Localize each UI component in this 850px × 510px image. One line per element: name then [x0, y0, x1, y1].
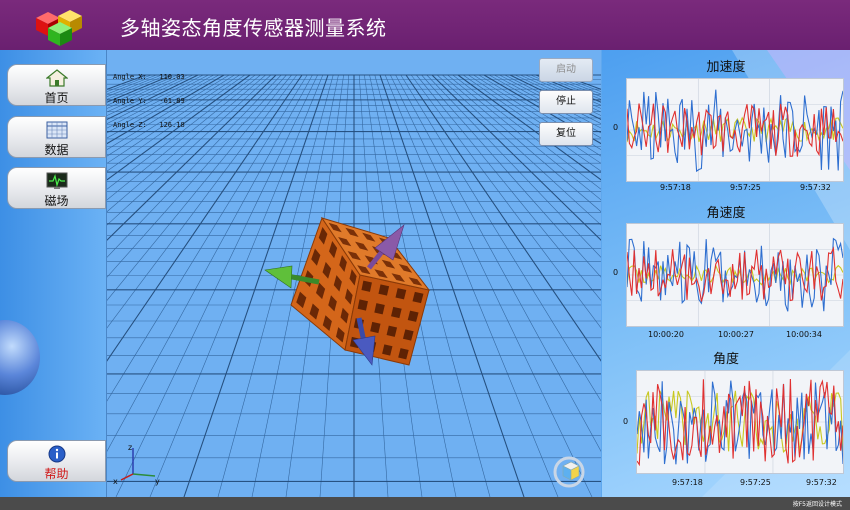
- axis-z-label: z: [128, 443, 132, 452]
- accel-tick-0: 9:57:18: [660, 183, 691, 192]
- sidebar-item-label: 磁场: [44, 194, 69, 208]
- angle-y-label: Angle Y:: [113, 97, 147, 105]
- angle-x-row: Angle X: 110.03: [113, 73, 185, 81]
- info-icon: [48, 445, 66, 463]
- gyro-chart-title: 角速度: [706, 206, 746, 221]
- gyro-tick-0: 10:00:20: [648, 330, 684, 339]
- 3d-viewport[interactable]: Angle X: 110.03 Angle Y: -61.89 Angle Z:…: [107, 50, 601, 497]
- angle-tick-1: 9:57:25: [740, 478, 771, 487]
- angle-z-value: 126.18: [159, 121, 185, 129]
- globe-decoration: [0, 320, 40, 395]
- accel-tick-2: 9:57:32: [800, 183, 831, 192]
- monitor-icon: [46, 172, 68, 189]
- angle-tick-0: 9:57:18: [672, 478, 703, 487]
- angle-z-label: Angle Z:: [113, 121, 147, 129]
- sidebar-item-data[interactable]: 数据: [7, 116, 106, 158]
- status-text: 按F5返回设计模式: [792, 501, 842, 508]
- sidebar-item-label: 数据: [44, 143, 69, 157]
- app-title: 多轴姿态角度传感器测量系统: [120, 16, 387, 40]
- angle-y-value: -61.89: [159, 97, 185, 105]
- gyro-chart[interactable]: [626, 223, 844, 327]
- angle-readout: Angle X: 110.03 Angle Y: -61.89 Angle Z:…: [113, 57, 185, 145]
- axis-y-label: y: [155, 477, 160, 486]
- title-bar: 多轴姿态角度传感器测量系统: [0, 0, 850, 50]
- angle-x-value: 110.03: [159, 73, 185, 81]
- view-cube-icon[interactable]: [549, 452, 589, 488]
- sidebar-item-magnetic[interactable]: 磁场: [7, 167, 106, 209]
- gyro-zero-label: 0: [613, 268, 619, 277]
- start-button[interactable]: 启动: [539, 58, 593, 82]
- angle-chart[interactable]: [636, 370, 844, 474]
- angle-x-label: Angle X:: [113, 73, 147, 81]
- reset-button[interactable]: 复位: [539, 122, 593, 146]
- help-button[interactable]: 帮助: [7, 440, 106, 482]
- sidebar-item-home[interactable]: 首页: [7, 64, 106, 106]
- cubes-logo-icon: [36, 10, 82, 46]
- angle-chart-title: 角度: [712, 352, 739, 367]
- home-icon: [46, 69, 68, 87]
- accel-chart-title: 加速度: [706, 60, 746, 75]
- table-icon: [46, 121, 68, 139]
- angle-y-row: Angle Y: -61.89: [113, 97, 185, 105]
- sidebar-item-label: 首页: [44, 91, 69, 105]
- gyro-tick-1: 10:00:27: [718, 330, 754, 339]
- angle-tick-2: 9:57:32: [806, 478, 837, 487]
- axis-x-label: x: [113, 477, 118, 486]
- stop-button[interactable]: 停止: [539, 90, 593, 114]
- sidebar: 首页 数据 磁场 帮助: [0, 50, 107, 497]
- angle-z-row: Angle Z: 126.18: [113, 121, 185, 129]
- charts-panel: 加速度 0 9:57:18 9:57:25 9:57:32 角速度 0 10:0…: [602, 50, 850, 497]
- accel-zero-label: 0: [613, 123, 619, 132]
- angle-zero-label: 0: [623, 417, 629, 426]
- axis-triad: x y z: [113, 443, 160, 486]
- accel-tick-1: 9:57:25: [730, 183, 761, 192]
- accel-chart[interactable]: [626, 78, 844, 182]
- status-bar: 按F5返回设计模式: [0, 497, 850, 510]
- help-button-label: 帮助: [44, 467, 69, 481]
- gyro-tick-2: 10:00:34: [786, 330, 822, 339]
